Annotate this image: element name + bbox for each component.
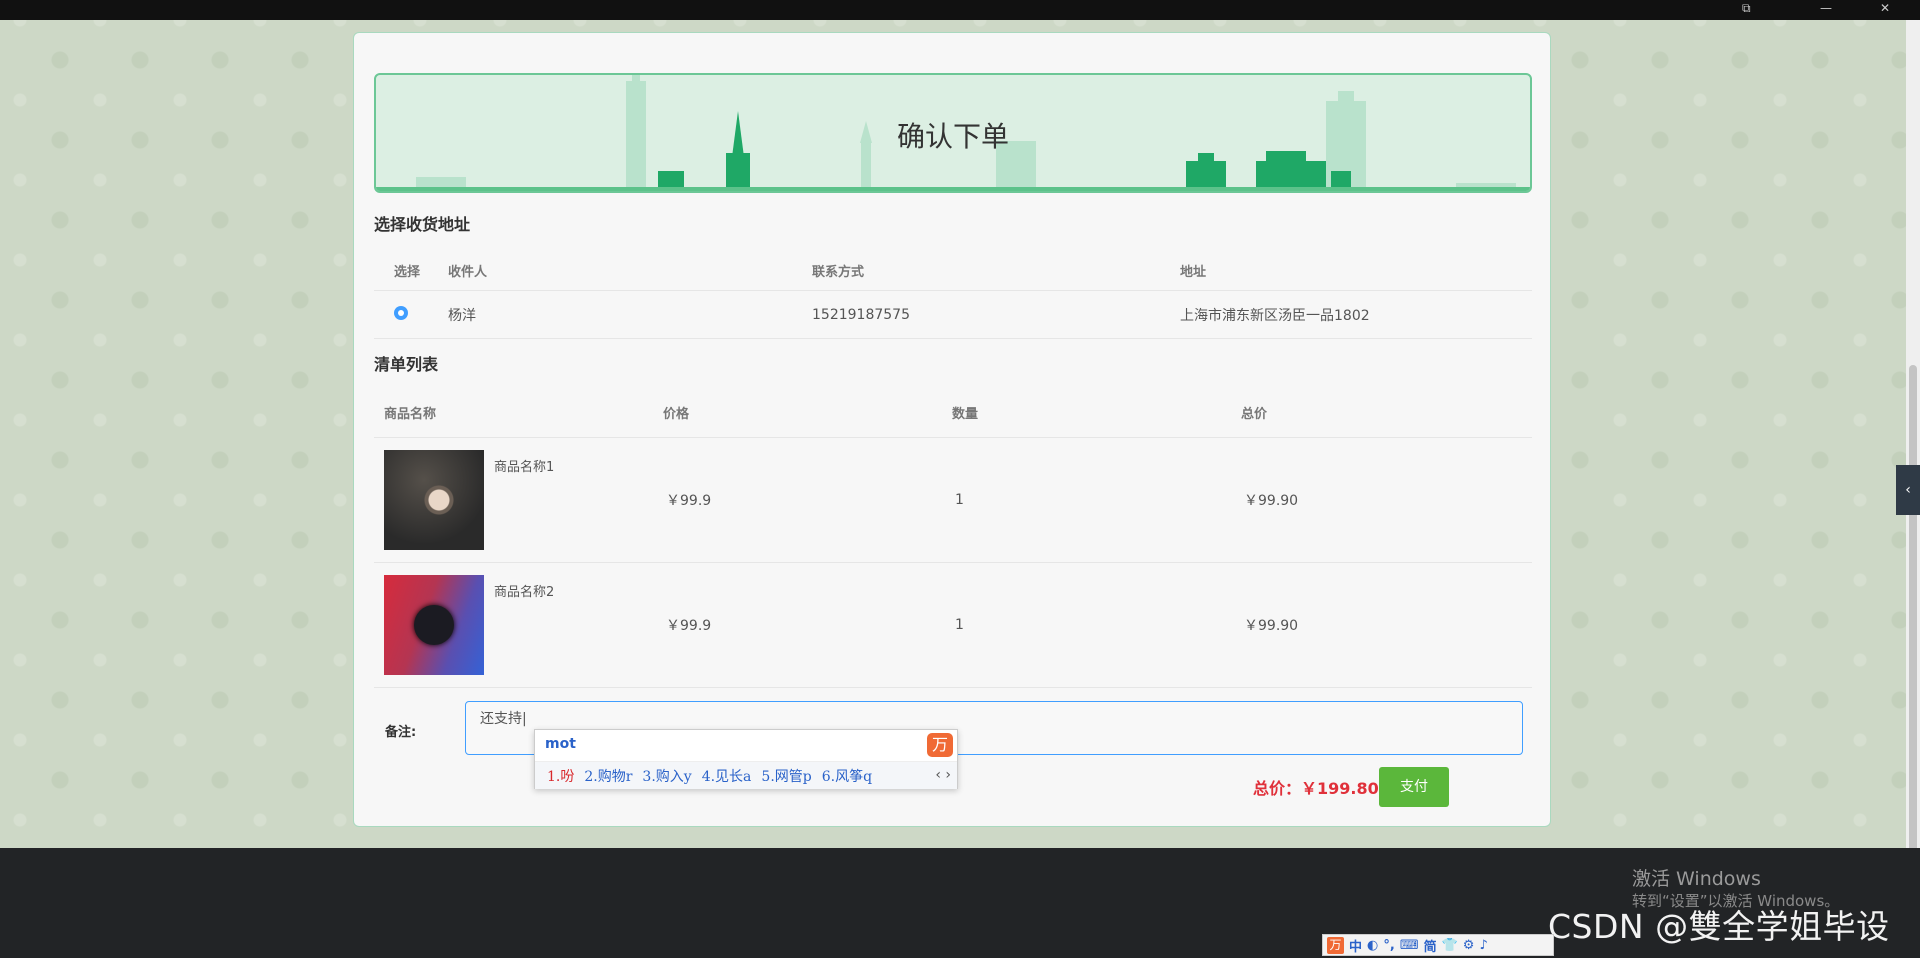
ime-candidate[interactable]: 5.网管p — [761, 766, 811, 786]
close-icon[interactable]: ✕ — [1880, 1, 1890, 15]
ime-moon-icon[interactable]: ◐ — [1367, 938, 1378, 953]
pay-button[interactable]: 支付 — [1379, 767, 1449, 807]
order-section-title: 清单列表 — [374, 355, 439, 374]
ime-logo-icon: 万 — [927, 733, 953, 757]
ime-candidate[interactable]: 6.风筝q — [822, 766, 872, 786]
page-title: 确认下单 — [896, 120, 1009, 153]
scrollbar-thumb[interactable] — [1909, 365, 1917, 865]
ime-candidates: 1.吩 2.购物r 3.购入y 4.见长a 5.网管p 6.风筝q — [535, 761, 957, 789]
ime-page-arrows-icon[interactable]: ‹ › — [935, 767, 951, 783]
ime-simplified-toggle[interactable]: 简 — [1424, 936, 1437, 955]
ime-music-icon[interactable]: ♪ — [1479, 938, 1487, 953]
ime-lang-toggle[interactable]: 中 — [1349, 936, 1362, 955]
product-quantity: 1 — [955, 492, 964, 508]
browser-titlebar: ⧉ — ✕ — [0, 0, 1920, 20]
order-item-row: 商品名称2 ￥99.9 1 ￥99.90 — [374, 563, 1532, 688]
restore-icon[interactable]: ⧉ — [1742, 1, 1751, 16]
product-total: ￥99.90 — [1244, 618, 1299, 634]
order-item-row: 商品名称1 ￥99.9 1 ￥99.90 — [374, 438, 1532, 563]
ime-candidate-popup: mot 万 1.吩 2.购物r 3.购入y 4.见长a 5.网管p 6.风筝q … — [534, 729, 958, 789]
product-image[interactable] — [384, 575, 484, 675]
ime-settings-icon[interactable]: ⚙ — [1463, 938, 1475, 953]
order-total: 总价：￥199.80 — [1253, 779, 1379, 798]
product-total: ￥99.90 — [1244, 493, 1299, 509]
ime-tray-logo-icon[interactable]: 万 — [1327, 936, 1344, 954]
address-section-title: 选择收货地址 — [374, 215, 471, 234]
csdn-watermark: CSDN @雙全学姐毕设 — [1548, 907, 1890, 946]
windows-activation-title: 激活 Windows — [1632, 868, 1761, 890]
col-product-name: 商品名称 — [384, 407, 437, 422]
address-table-header: 选择 收件人 联系方式 地址 — [374, 251, 1532, 291]
ime-candidate[interactable]: 2.购物r — [584, 766, 632, 786]
ime-candidate[interactable]: 1.吩 — [547, 766, 574, 786]
col-contact: 联系方式 — [812, 265, 865, 280]
col-total: 总价 — [1241, 407, 1268, 422]
page-scrollbar[interactable] — [1906, 20, 1920, 865]
product-price: ￥99.9 — [666, 618, 712, 634]
address-table: 选择 收件人 联系方式 地址 杨洋 15219187575 上海市浦东新区汤臣一… — [374, 251, 1532, 339]
ime-skin-icon[interactable]: 👕 — [1442, 938, 1458, 953]
col-quantity: 数量 — [952, 407, 979, 422]
col-select: 选择 — [394, 265, 421, 280]
ime-composition: mot — [545, 736, 576, 752]
ime-keyboard-icon[interactable]: ⌨ — [1400, 938, 1419, 953]
banner-ground — [376, 187, 1530, 191]
order-table: 商品名称 价格 数量 总价 商品名称1 ￥99.9 1 ￥99.90 商品名称2… — [374, 388, 1532, 688]
ime-punct-icon[interactable]: °, — [1383, 938, 1394, 953]
product-quantity: 1 — [955, 617, 964, 633]
ime-candidate[interactable]: 4.见长a — [702, 766, 752, 786]
side-collapse-tab[interactable]: ‹ — [1896, 465, 1920, 515]
product-name[interactable]: 商品名称1 — [494, 456, 554, 475]
col-recipient: 收件人 — [448, 265, 488, 280]
ime-toolbar: 万 中 ◐ °, ⌨ 简 👕 ⚙ ♪ — [1322, 934, 1554, 956]
remark-label: 备注: — [385, 725, 417, 740]
product-image[interactable] — [384, 450, 484, 550]
recipient-phone: 15219187575 — [812, 306, 910, 323]
address-row[interactable]: 杨洋 15219187575 上海市浦东新区汤臣一品1802 — [374, 291, 1532, 339]
ime-candidate[interactable]: 3.购入y — [642, 766, 691, 786]
recipient-address: 上海市浦东新区汤臣一品1802 — [1180, 307, 1370, 324]
minimize-icon[interactable]: — — [1820, 1, 1832, 15]
col-address: 地址 — [1180, 265, 1207, 280]
order-table-header: 商品名称 价格 数量 总价 — [374, 388, 1532, 438]
product-name[interactable]: 商品名称2 — [494, 581, 554, 600]
checkout-banner: 确认下单 — [374, 73, 1532, 193]
address-radio[interactable] — [394, 305, 408, 320]
recipient-name: 杨洋 — [448, 307, 476, 324]
checkout-card: 确认下单 选择收货地址 选择 收件人 联系方式 地址 杨洋 1521918757… — [353, 32, 1551, 827]
col-price: 价格 — [663, 407, 690, 422]
product-price: ￥99.9 — [666, 493, 712, 509]
